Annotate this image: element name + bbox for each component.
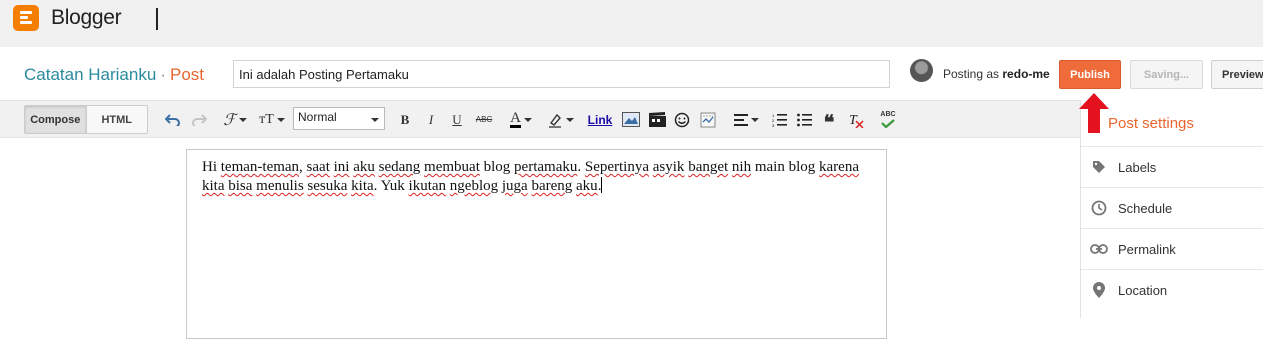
mode-switch: Compose HTML xyxy=(24,105,148,134)
body-text: Hi teman-teman, saat ini aku sedang memb… xyxy=(202,159,859,194)
insert-video-icon[interactable] xyxy=(647,111,667,128)
bold-button[interactable]: B xyxy=(398,111,412,128)
sidebar-item-label: Permalink xyxy=(1118,241,1176,257)
undo-icon[interactable] xyxy=(164,111,182,128)
svg-text:T: T xyxy=(849,113,858,128)
text-color-icon[interactable]: A xyxy=(506,109,536,128)
breadcrumb-separator: · xyxy=(160,65,166,84)
emoji-icon[interactable] xyxy=(673,111,691,128)
text-cursor xyxy=(601,177,603,193)
breadcrumb-post: Post xyxy=(169,65,205,84)
html-mode-button[interactable]: HTML xyxy=(86,106,147,133)
blogger-logo-icon[interactable] xyxy=(13,5,39,31)
link-button[interactable]: Link xyxy=(586,111,614,128)
blog-name-link[interactable]: Catatan Harianku xyxy=(24,65,156,84)
top-bar: Blogger xyxy=(0,0,1263,47)
format-select[interactable]: Normal xyxy=(293,107,385,130)
sidebar-item-label: Labels xyxy=(1118,159,1157,175)
post-header: Catatan Harianku·Post Posting as redo-me… xyxy=(0,47,1263,100)
divider xyxy=(156,8,158,30)
strikethrough-button[interactable]: ABC xyxy=(474,111,494,128)
posting-as-label: Posting as xyxy=(943,67,1000,81)
sidebar-item-label: Schedule xyxy=(1118,200,1173,216)
tag-icon xyxy=(1089,157,1109,177)
posting-as-user: redo-me xyxy=(1002,67,1050,81)
redo-icon[interactable] xyxy=(190,111,208,128)
breadcrumb: Catatan Harianku · Post xyxy=(24,65,204,85)
italic-button[interactable]: I xyxy=(424,111,438,128)
editor-toolbar: Compose HTML ℱ тT Normal B I U ABC A Lin… xyxy=(0,100,1080,138)
post-title-input[interactable] xyxy=(233,60,890,88)
jump-break-icon[interactable] xyxy=(699,111,717,128)
avatar[interactable] xyxy=(910,59,933,82)
clock-icon xyxy=(1089,198,1109,218)
underline-button[interactable]: U xyxy=(450,111,464,128)
post-settings-title: Post settings xyxy=(1108,115,1194,132)
spellcheck-icon[interactable]: ABC xyxy=(878,111,898,128)
publish-button[interactable]: Publish xyxy=(1059,60,1121,89)
compose-mode-button[interactable]: Compose xyxy=(25,106,87,133)
align-icon[interactable] xyxy=(732,111,760,128)
sidebar-item-label: Location xyxy=(1118,282,1168,298)
numbered-list-icon[interactable]: 123 xyxy=(770,111,788,128)
location-pin-icon xyxy=(1089,280,1109,300)
insert-image-icon[interactable] xyxy=(621,111,641,128)
arrow-up-icon xyxy=(1079,93,1109,133)
font-size-icon[interactable]: тT xyxy=(256,111,288,128)
quote-icon[interactable]: ❝ xyxy=(820,111,838,134)
bullet-list-icon[interactable] xyxy=(795,111,813,128)
sidebar-item-schedule[interactable]: Schedule xyxy=(1081,187,1263,228)
text-color-letter: A xyxy=(510,109,521,128)
link-icon xyxy=(1089,239,1109,259)
app-name[interactable]: Blogger xyxy=(51,6,122,30)
sidebar-item-location[interactable]: Location xyxy=(1081,269,1263,310)
highlight-color-icon[interactable] xyxy=(546,111,574,128)
font-family-icon[interactable]: ℱ xyxy=(222,111,248,129)
svg-text:3: 3 xyxy=(772,123,775,127)
spellcheck-label: ABC xyxy=(880,111,896,118)
preview-button[interactable]: Preview xyxy=(1211,60,1263,89)
remove-formatting-icon[interactable]: T xyxy=(846,111,866,128)
sidebar-item-labels[interactable]: Labels xyxy=(1081,146,1263,187)
posting-as-text: Posting as redo-me xyxy=(943,67,1050,81)
format-select-value: Normal xyxy=(298,110,337,124)
post-body-editor[interactable]: Hi teman-teman, saat ini aku sedang memb… xyxy=(186,149,887,339)
saving-button[interactable]: Saving... xyxy=(1130,60,1203,89)
sidebar-item-permalink[interactable]: Permalink xyxy=(1081,228,1263,269)
